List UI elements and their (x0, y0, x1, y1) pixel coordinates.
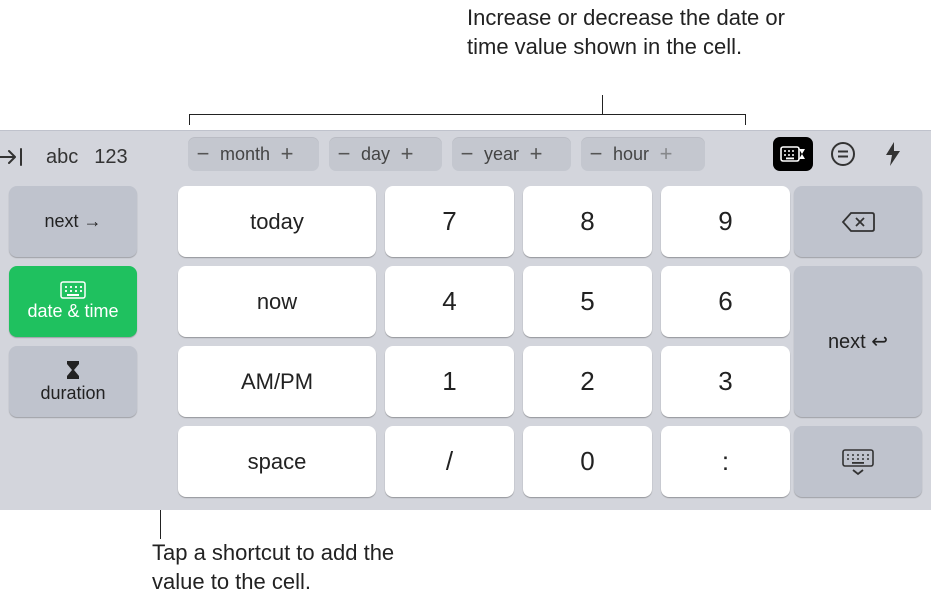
colon-key[interactable]: : (661, 426, 790, 497)
digit-3-key[interactable]: 3 (661, 346, 790, 417)
next-return-label: next ↩ (828, 329, 888, 354)
dismiss-keyboard-icon (841, 448, 875, 476)
keypad-grid: today 7 8 9 now 4 5 6 AM/PM 1 2 3 space … (178, 186, 790, 497)
date-time-mode-label: date & time (27, 301, 118, 322)
keyboard-left-column: next → date & time duration (9, 186, 137, 417)
tab-right-icon[interactable] (0, 148, 38, 166)
day-stepper-label: day (359, 144, 392, 165)
digit-0-key[interactable]: 0 (523, 426, 652, 497)
mode-123-button[interactable]: 123 (86, 146, 135, 169)
shortcut-space-key[interactable]: space (178, 426, 376, 497)
digit-7-key[interactable]: 7 (385, 186, 514, 257)
digit-4-key[interactable]: 4 (385, 266, 514, 337)
day-increase-button[interactable]: + (392, 137, 422, 171)
keyboard-right-column: next ↩ (794, 186, 922, 497)
hour-increase-button[interactable]: + (651, 137, 681, 171)
next-return-key[interactable]: next ↩ (794, 266, 922, 417)
date-time-mode-button[interactable]: date & time (9, 266, 137, 337)
duration-mode-label: duration (40, 383, 105, 404)
duration-mode-button[interactable]: duration (9, 346, 137, 417)
hour-decrease-button[interactable]: − (581, 137, 611, 171)
backspace-key[interactable] (794, 186, 922, 257)
digit-6-key[interactable]: 6 (661, 266, 790, 337)
stepper-row: − month + − day + − year + − hour + (188, 137, 705, 171)
callout-bracket-top (189, 95, 746, 125)
day-decrease-button[interactable]: − (329, 137, 359, 171)
shortcut-now-key[interactable]: now (178, 266, 376, 337)
year-stepper-label: year (482, 144, 521, 165)
annotation-bottom: Tap a shortcut to add the value to the c… (152, 539, 452, 596)
mode-abc-button[interactable]: abc (38, 146, 86, 169)
annotation-top: Increase or decrease the date or time va… (467, 4, 787, 61)
next-cell-label: next → (44, 211, 101, 232)
backspace-icon (841, 211, 875, 233)
month-stepper-label: month (218, 144, 272, 165)
day-stepper: − day + (329, 137, 442, 171)
digit-5-key[interactable]: 5 (523, 266, 652, 337)
shortcut-ampm-key[interactable]: AM/PM (178, 346, 376, 417)
next-cell-button[interactable]: next → (9, 186, 137, 257)
month-decrease-button[interactable]: − (188, 137, 218, 171)
digit-8-key[interactable]: 8 (523, 186, 652, 257)
year-stepper: − year + (452, 137, 571, 171)
keyboard-datetime-icon[interactable] (773, 137, 813, 171)
digit-1-key[interactable]: 1 (385, 346, 514, 417)
hour-stepper: − hour + (581, 137, 705, 171)
slash-key[interactable]: / (385, 426, 514, 497)
calendar-keyboard-icon (60, 281, 86, 299)
dismiss-keyboard-key[interactable] (794, 426, 922, 497)
date-time-keyboard-panel: abc 123 − month + − day + − year + − hou… (0, 130, 931, 510)
month-stepper: − month + (188, 137, 319, 171)
quick-actions-icon[interactable] (873, 137, 913, 171)
hourglass-icon (64, 359, 82, 381)
hour-stepper-label: hour (611, 144, 651, 165)
digit-2-key[interactable]: 2 (523, 346, 652, 417)
shortcut-today-key[interactable]: today (178, 186, 376, 257)
year-increase-button[interactable]: + (521, 137, 551, 171)
header-right-tools (773, 137, 931, 171)
month-increase-button[interactable]: + (272, 137, 302, 171)
year-decrease-button[interactable]: − (452, 137, 482, 171)
digit-9-key[interactable]: 9 (661, 186, 790, 257)
formula-equals-icon[interactable] (823, 137, 863, 171)
